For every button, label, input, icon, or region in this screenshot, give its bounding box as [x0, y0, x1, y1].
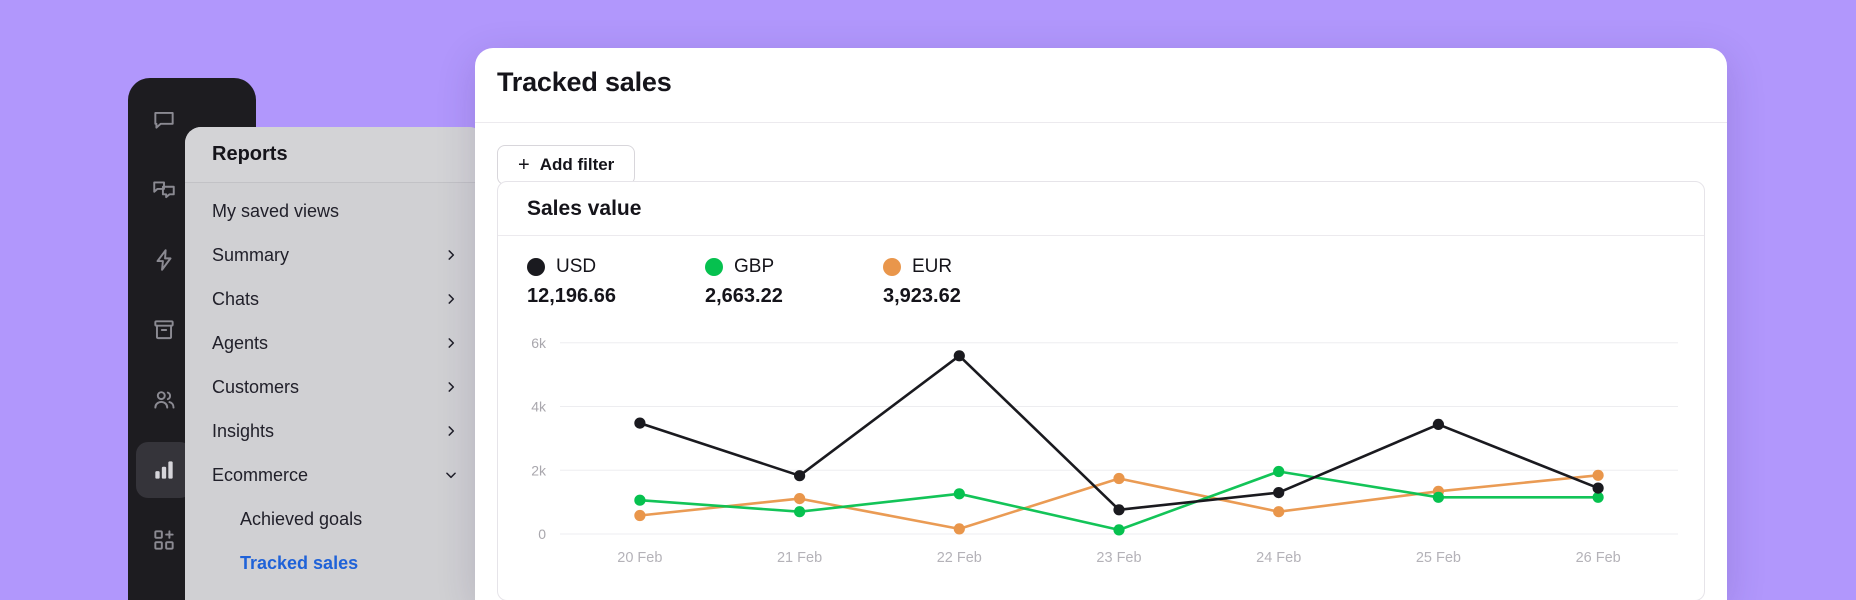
- x-axis-tick-label: 25 Feb: [1416, 550, 1461, 566]
- data-point-usd[interactable]: [1433, 419, 1444, 430]
- legend-value: 3,923.62: [883, 285, 1061, 308]
- data-point-usd[interactable]: [634, 418, 645, 429]
- chat-bubble-icon: [151, 107, 177, 133]
- y-axis-tick-label: 4k: [531, 399, 547, 415]
- y-axis-tick-label: 6k: [531, 335, 547, 351]
- sidebar-item-label: Tracked sales: [240, 553, 358, 574]
- sidebar-item-insights[interactable]: Insights: [185, 409, 485, 453]
- legend-label: EUR: [912, 256, 952, 278]
- data-point-usd[interactable]: [794, 470, 805, 481]
- data-point-usd[interactable]: [1113, 504, 1124, 515]
- sidebar-item-label: Ecommerce: [212, 465, 308, 486]
- x-axis-tick-label: 22 Feb: [937, 550, 982, 566]
- rail-item-reports[interactable]: [136, 442, 192, 498]
- page-title: Tracked sales: [475, 48, 1727, 104]
- data-point-eur[interactable]: [794, 493, 805, 504]
- card-title: Sales value: [498, 182, 1704, 236]
- sidebar-item-summary[interactable]: Summary: [185, 233, 485, 277]
- data-point-eur[interactable]: [634, 510, 645, 521]
- chevron-right-icon: [444, 424, 458, 438]
- legend-value: 12,196.66: [527, 285, 705, 308]
- legend-value: 2,663.22: [705, 285, 883, 308]
- sidebar-title: Reports: [185, 127, 485, 183]
- sidebar-item-label: Summary: [212, 245, 289, 266]
- plus-icon: +: [518, 155, 530, 175]
- data-point-eur[interactable]: [1273, 506, 1284, 517]
- x-axis-tick-label: 21 Feb: [777, 550, 822, 566]
- screenshot-root: Reports My saved views Summary Chats Age…: [0, 0, 1856, 600]
- chevron-right-icon: [444, 248, 458, 262]
- sidebar-item-ecommerce[interactable]: Ecommerce: [185, 453, 485, 497]
- data-point-usd[interactable]: [1273, 487, 1284, 498]
- add-filter-label: Add filter: [540, 155, 615, 175]
- legend-color-dot-usd: [527, 258, 545, 276]
- x-axis-tick-label: 26 Feb: [1576, 550, 1621, 566]
- legend-label: GBP: [734, 256, 774, 278]
- rail-item-archive[interactable]: [136, 302, 192, 358]
- add-filter-button[interactable]: + Add filter: [497, 145, 635, 185]
- x-axis-tick-label: 24 Feb: [1256, 550, 1301, 566]
- data-point-eur[interactable]: [1593, 470, 1604, 481]
- legend-item-eur[interactable]: EUR 3,923.62: [883, 256, 1061, 308]
- y-axis-tick-label: 2k: [531, 462, 547, 478]
- apps-add-icon: [151, 527, 177, 553]
- sidebar-item-customers[interactable]: Customers: [185, 365, 485, 409]
- chevron-down-icon: [444, 468, 458, 482]
- sidebar-item-agents[interactable]: Agents: [185, 321, 485, 365]
- legend-label: USD: [556, 256, 596, 278]
- rail-item-apps[interactable]: [136, 512, 192, 568]
- data-point-gbp[interactable]: [1433, 492, 1444, 503]
- y-axis-tick-label: 0: [538, 526, 546, 542]
- data-point-usd[interactable]: [954, 350, 965, 361]
- chats-icon: [151, 177, 177, 203]
- data-point-eur[interactable]: [1113, 473, 1124, 484]
- data-point-eur[interactable]: [954, 523, 965, 534]
- legend-color-dot-gbp: [705, 258, 723, 276]
- chevron-right-icon: [444, 292, 458, 306]
- sidebar-item-label: Customers: [212, 377, 299, 398]
- sidebar-item-label: Insights: [212, 421, 274, 442]
- series-line-usd: [640, 356, 1598, 510]
- data-point-usd[interactable]: [1593, 483, 1604, 494]
- sidebar-item-label: My saved views: [212, 201, 339, 222]
- people-icon: [151, 387, 177, 413]
- rail-item-chat-bubble[interactable]: [136, 92, 192, 148]
- x-axis-tick-label: 20 Feb: [617, 550, 662, 566]
- legend-item-usd[interactable]: USD 12,196.66: [527, 256, 705, 308]
- sidebar-item-label: Chats: [212, 289, 259, 310]
- reports-sidebar: Reports My saved views Summary Chats Age…: [185, 127, 485, 600]
- sales-value-card: Sales value USD 12,196.66 GBP 2,663.22: [497, 181, 1705, 600]
- data-point-gbp[interactable]: [794, 506, 805, 517]
- sidebar-item-tracked-sales[interactable]: Tracked sales: [185, 541, 485, 585]
- sidebar-nav: My saved views Summary Chats Agents: [185, 183, 485, 585]
- x-axis-tick-label: 23 Feb: [1096, 550, 1141, 566]
- chevron-right-icon: [444, 336, 458, 350]
- chevron-right-icon: [444, 380, 458, 394]
- legend-color-dot-eur: [883, 258, 901, 276]
- bolt-icon: [151, 247, 177, 273]
- data-point-gbp[interactable]: [954, 488, 965, 499]
- sidebar-item-my-saved-views[interactable]: My saved views: [185, 189, 485, 233]
- line-chart: 0 2k 4k 6k 20 Feb 21 Feb 22 Feb 23 Feb 24 Feb 25 …: [498, 322, 1704, 577]
- sidebar-item-label: Agents: [212, 333, 268, 354]
- main-panel: Tracked sales + Add filter Sales value U…: [475, 48, 1727, 600]
- bar-chart-icon: [151, 457, 177, 483]
- rail-item-people[interactable]: [136, 372, 192, 428]
- filter-toolbar: + Add filter: [475, 123, 1727, 185]
- chart-legend: USD 12,196.66 GBP 2,663.22 EUR: [498, 236, 1704, 308]
- sidebar-item-achieved-goals[interactable]: Achieved goals: [185, 497, 485, 541]
- rail-item-automations[interactable]: [136, 232, 192, 288]
- data-point-gbp[interactable]: [1113, 524, 1124, 535]
- archive-icon: [151, 317, 177, 343]
- data-point-gbp[interactable]: [634, 495, 645, 506]
- line-chart-svg: 0 2k 4k 6k 20 Feb 21 Feb 22 Feb 23 Feb 24 Feb 25 …: [498, 322, 1704, 572]
- sidebar-item-label: Achieved goals: [240, 509, 362, 530]
- rail-item-chats[interactable]: [136, 162, 192, 218]
- legend-item-gbp[interactable]: GBP 2,663.22: [705, 256, 883, 308]
- data-point-gbp[interactable]: [1273, 466, 1284, 477]
- sidebar-item-chats[interactable]: Chats: [185, 277, 485, 321]
